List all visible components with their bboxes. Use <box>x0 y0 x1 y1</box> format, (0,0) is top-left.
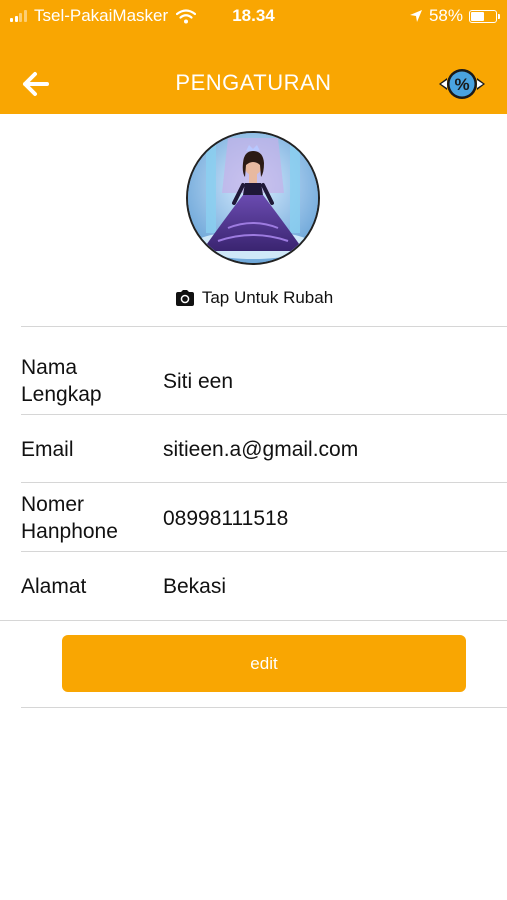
avatar[interactable] <box>186 131 320 265</box>
change-photo-link[interactable]: Tap Untuk Rubah <box>0 288 507 308</box>
edit-button[interactable]: edit <box>62 635 466 692</box>
field-label-phone: Nomer Hanphone <box>21 491 118 545</box>
location-arrow-icon <box>409 10 422 22</box>
field-label-line: Nama <box>21 356 78 379</box>
divider <box>21 707 507 708</box>
battery-percent: 58% <box>428 6 463 25</box>
divider <box>0 620 507 621</box>
status-bar: Tsel-PakaiMasker 18.34 58% <box>0 0 507 32</box>
field-label-line: Hanphone <box>21 520 118 543</box>
profile-photo <box>188 133 318 263</box>
battery-icon <box>469 9 500 23</box>
battery-fill <box>471 11 484 21</box>
svg-text:%: % <box>454 75 469 94</box>
field-label-email: Email <box>21 438 74 461</box>
field-value-address: Bekasi <box>163 575 227 598</box>
field-value-email: sitieen.a@gmail.com <box>163 438 359 461</box>
field-value-full-name: Siti een <box>163 370 234 393</box>
field-label-address: Alamat <box>21 575 87 598</box>
field-label-line: Lengkap <box>21 383 102 406</box>
camera-icon <box>175 290 194 306</box>
page-title: PENGATURAN <box>175 70 332 95</box>
percent-promo-icon[interactable]: % <box>437 66 487 102</box>
status-right: 58% <box>409 6 500 26</box>
change-photo-label: Tap Untuk Rubah <box>201 288 334 307</box>
divider <box>21 482 507 483</box>
field-label-line: Nomer <box>21 493 85 516</box>
app-header: Tsel-PakaiMasker 18.34 58% PENGATURAN % <box>0 0 507 114</box>
divider <box>21 414 507 415</box>
field-value-phone: 08998111518 <box>163 507 289 530</box>
divider <box>21 326 507 327</box>
divider <box>21 551 507 552</box>
field-label-full-name: Nama Lengkap <box>21 354 102 408</box>
